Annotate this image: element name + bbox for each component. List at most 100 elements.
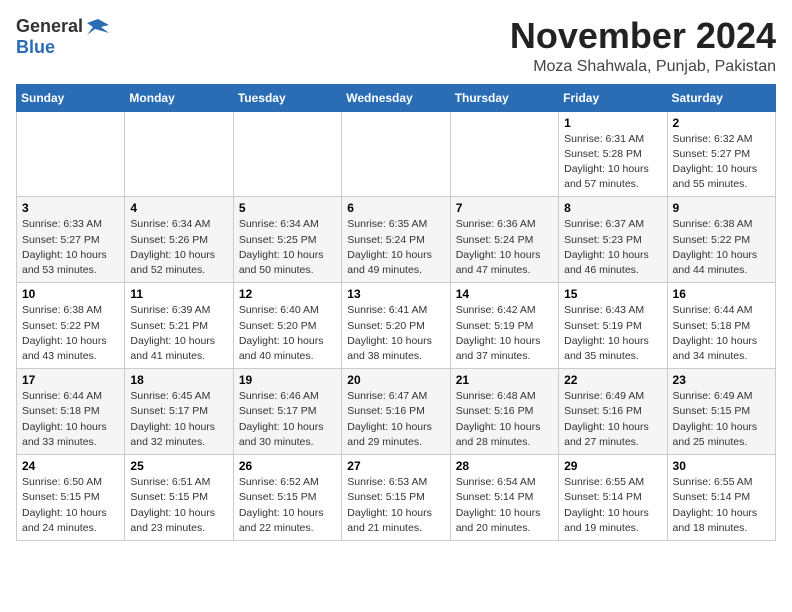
day-number: 2 [673,116,770,130]
day-number: 30 [673,459,770,473]
calendar-header-saturday: Saturday [667,84,775,111]
calendar-cell: 28 Sunrise: 6:54 AM Sunset: 5:14 PM Dayli… [450,455,558,541]
day-number: 5 [239,201,336,215]
day-info: Sunrise: 6:49 AM Sunset: 5:16 PM Dayligh… [564,389,661,450]
day-info: Sunrise: 6:51 AM Sunset: 5:15 PM Dayligh… [130,475,227,536]
day-number: 28 [456,459,553,473]
calendar-cell [342,111,450,197]
calendar-cell: 4Sunrise: 6:34 AM Sunset: 5:26 PM Daylig… [125,197,233,283]
day-info: Sunrise: 6:50 AM Sunset: 5:15 PM Dayligh… [22,475,119,536]
logo-general-text: General [16,16,83,37]
page-header: General Blue November 2024 Moza Shahwala… [16,16,776,76]
calendar-cell: 23 Sunrise: 6:49 AM Sunset: 5:15 PM Dayli… [667,369,775,455]
calendar-cell: 10 Sunrise: 6:38 AM Sunset: 5:22 PM Dayli… [17,283,125,369]
calendar-cell: 16Sunrise: 6:44 AM Sunset: 5:18 PM Dayli… [667,283,775,369]
day-number: 1 [564,116,661,130]
day-info: Sunrise: 6:38 AM Sunset: 5:22 PM Dayligh… [22,303,119,364]
day-number: 6 [347,201,444,215]
day-info: Sunrise: 6:44 AM Sunset: 5:18 PM Dayligh… [22,389,119,450]
day-info: Sunrise: 6:34 AM Sunset: 5:25 PM Dayligh… [239,217,336,278]
calendar-cell: 21 Sunrise: 6:48 AM Sunset: 5:16 PM Dayli… [450,369,558,455]
day-info: Sunrise: 6:41 AM Sunset: 5:20 PM Dayligh… [347,303,444,364]
calendar-cell: 14 Sunrise: 6:42 AM Sunset: 5:19 PM Dayli… [450,283,558,369]
day-number: 9 [673,201,770,215]
day-number: 21 [456,373,553,387]
day-number: 8 [564,201,661,215]
day-info: Sunrise: 6:45 AM Sunset: 5:17 PM Dayligh… [130,389,227,450]
calendar-cell: 18 Sunrise: 6:45 AM Sunset: 5:17 PM Dayli… [125,369,233,455]
day-number: 29 [564,459,661,473]
calendar-cell: 13 Sunrise: 6:41 AM Sunset: 5:20 PM Dayli… [342,283,450,369]
day-info: Sunrise: 6:34 AM Sunset: 5:26 PM Dayligh… [130,217,227,278]
day-info: Sunrise: 6:35 AM Sunset: 5:24 PM Dayligh… [347,217,444,278]
calendar-cell: 27 Sunrise: 6:53 AM Sunset: 5:15 PM Dayli… [342,455,450,541]
calendar-header-wednesday: Wednesday [342,84,450,111]
calendar-cell: 9 Sunrise: 6:38 AM Sunset: 5:22 PM Daylig… [667,197,775,283]
day-info: Sunrise: 6:54 AM Sunset: 5:14 PM Dayligh… [456,475,553,536]
calendar-cell [125,111,233,197]
calendar-cell [450,111,558,197]
day-number: 11 [130,287,227,301]
day-number: 15 [564,287,661,301]
logo: General Blue [16,16,109,58]
calendar-header-row: SundayMondayTuesdayWednesdayThursdayFrid… [17,84,776,111]
calendar-cell: 26Sunrise: 6:52 AM Sunset: 5:15 PM Dayli… [233,455,341,541]
calendar-table: SundayMondayTuesdayWednesdayThursdayFrid… [16,84,776,541]
day-info: Sunrise: 6:42 AM Sunset: 5:19 PM Dayligh… [456,303,553,364]
calendar-header-monday: Monday [125,84,233,111]
title-block: November 2024 Moza Shahwala, Punjab, Pak… [510,16,776,76]
calendar-cell: 20Sunrise: 6:47 AM Sunset: 5:16 PM Dayli… [342,369,450,455]
calendar-cell: 22Sunrise: 6:49 AM Sunset: 5:16 PM Dayli… [559,369,667,455]
calendar-cell: 30 Sunrise: 6:55 AM Sunset: 5:14 PM Dayli… [667,455,775,541]
day-info: Sunrise: 6:55 AM Sunset: 5:14 PM Dayligh… [564,475,661,536]
location-title: Moza Shahwala, Punjab, Pakistan [510,58,776,76]
calendar-week-5: 24 Sunrise: 6:50 AM Sunset: 5:15 PM Dayli… [17,455,776,541]
calendar-cell: 24 Sunrise: 6:50 AM Sunset: 5:15 PM Dayli… [17,455,125,541]
day-info: Sunrise: 6:40 AM Sunset: 5:20 PM Dayligh… [239,303,336,364]
day-info: Sunrise: 6:48 AM Sunset: 5:16 PM Dayligh… [456,389,553,450]
day-info: Sunrise: 6:32 AM Sunset: 5:27 PM Dayligh… [673,132,770,193]
calendar-cell: 19 Sunrise: 6:46 AM Sunset: 5:17 PM Dayli… [233,369,341,455]
logo-blue-text: Blue [16,37,55,57]
day-number: 24 [22,459,119,473]
day-number: 14 [456,287,553,301]
calendar-week-3: 10 Sunrise: 6:38 AM Sunset: 5:22 PM Dayli… [17,283,776,369]
day-number: 27 [347,459,444,473]
calendar-header-friday: Friday [559,84,667,111]
day-info: Sunrise: 6:46 AM Sunset: 5:17 PM Dayligh… [239,389,336,450]
day-info: Sunrise: 6:31 AM Sunset: 5:28 PM Dayligh… [564,132,661,193]
day-number: 17 [22,373,119,387]
day-number: 18 [130,373,227,387]
day-number: 19 [239,373,336,387]
day-number: 13 [347,287,444,301]
month-title: November 2024 [510,16,776,56]
logo-bird-icon [87,17,109,37]
calendar-cell: 7Sunrise: 6:36 AM Sunset: 5:24 PM Daylig… [450,197,558,283]
day-number: 25 [130,459,227,473]
calendar-cell: 6 Sunrise: 6:35 AM Sunset: 5:24 PM Daylig… [342,197,450,283]
day-info: Sunrise: 6:33 AM Sunset: 5:27 PM Dayligh… [22,217,119,278]
day-info: Sunrise: 6:55 AM Sunset: 5:14 PM Dayligh… [673,475,770,536]
calendar-week-2: 3 Sunrise: 6:33 AM Sunset: 5:27 PM Daylig… [17,197,776,283]
calendar-cell: 8 Sunrise: 6:37 AM Sunset: 5:23 PM Daylig… [559,197,667,283]
day-number: 10 [22,287,119,301]
calendar-cell: 15Sunrise: 6:43 AM Sunset: 5:19 PM Dayli… [559,283,667,369]
day-info: Sunrise: 6:37 AM Sunset: 5:23 PM Dayligh… [564,217,661,278]
calendar-cell: 5 Sunrise: 6:34 AM Sunset: 5:25 PM Daylig… [233,197,341,283]
day-number: 12 [239,287,336,301]
day-number: 20 [347,373,444,387]
day-info: Sunrise: 6:38 AM Sunset: 5:22 PM Dayligh… [673,217,770,278]
day-number: 3 [22,201,119,215]
day-info: Sunrise: 6:49 AM Sunset: 5:15 PM Dayligh… [673,389,770,450]
day-info: Sunrise: 6:39 AM Sunset: 5:21 PM Dayligh… [130,303,227,364]
day-info: Sunrise: 6:52 AM Sunset: 5:15 PM Dayligh… [239,475,336,536]
calendar-cell: 17 Sunrise: 6:44 AM Sunset: 5:18 PM Dayli… [17,369,125,455]
calendar-cell: 25 Sunrise: 6:51 AM Sunset: 5:15 PM Dayli… [125,455,233,541]
calendar-cell: 3 Sunrise: 6:33 AM Sunset: 5:27 PM Daylig… [17,197,125,283]
day-info: Sunrise: 6:36 AM Sunset: 5:24 PM Dayligh… [456,217,553,278]
day-info: Sunrise: 6:53 AM Sunset: 5:15 PM Dayligh… [347,475,444,536]
calendar-cell: 29 Sunrise: 6:55 AM Sunset: 5:14 PM Dayli… [559,455,667,541]
calendar-cell: 12 Sunrise: 6:40 AM Sunset: 5:20 PM Dayli… [233,283,341,369]
calendar-header-thursday: Thursday [450,84,558,111]
day-number: 23 [673,373,770,387]
